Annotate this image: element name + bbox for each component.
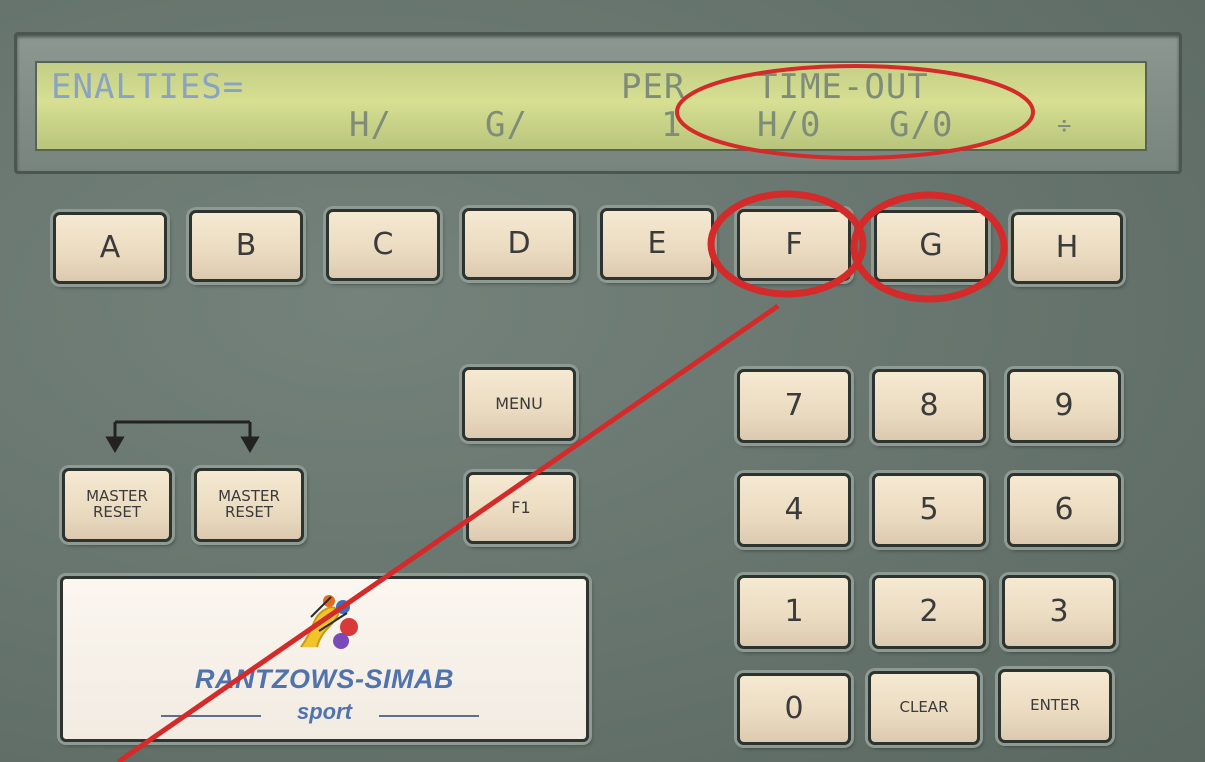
g-key-highlight-circle [850,191,1008,303]
timeout-highlight-circle [675,64,1035,160]
annotation-overlay [105,64,1035,762]
f-key-highlight-circle [707,190,867,298]
annotation-pointer-line [116,303,780,762]
scoreboard-control-panel: ENALTIES= PER TIME-OUT H/ G/ 1 H/0 G/0 ÷… [0,0,1205,762]
reset-bracket-arrow-icon [105,420,260,453]
